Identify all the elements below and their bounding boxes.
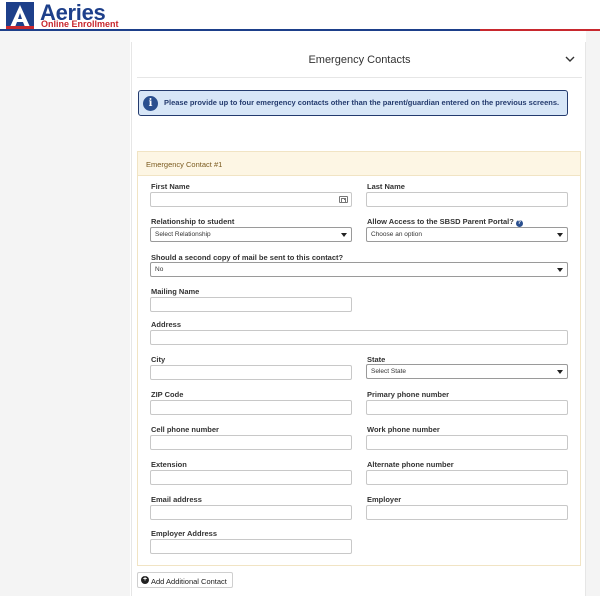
first-name-label: First Name: [151, 182, 190, 191]
cell-phone-label: Cell phone number: [151, 425, 219, 434]
aeries-logo-icon: [6, 2, 34, 29]
address-input[interactable]: [150, 330, 568, 345]
employer-input[interactable]: [366, 505, 568, 520]
portal-access-text: Allow Access to the SBSD Parent Portal?: [367, 217, 514, 226]
cell-phone-input[interactable]: [150, 435, 352, 450]
first-name-input[interactable]: [150, 192, 352, 207]
section-title: Emergency Contact #1: [146, 160, 223, 169]
second-mail-label: Should a second copy of mail be sent to …: [151, 253, 344, 262]
state-value: Select State: [371, 368, 407, 375]
info-banner: i Please provide up to four emergency co…: [138, 90, 568, 116]
left-gutter: [0, 31, 130, 596]
emergency-contact-section: Emergency Contact #1: [137, 151, 581, 566]
second-mail-select[interactable]: No: [150, 262, 568, 277]
top-header: Aeries Online Enrollment: [0, 0, 600, 31]
add-contact-label: Add Additional Contact: [151, 577, 227, 586]
work-phone-input[interactable]: [366, 435, 568, 450]
portal-access-select[interactable]: Choose an option: [366, 227, 568, 242]
work-phone-label: Work phone number: [367, 425, 440, 434]
last-name-input[interactable]: [366, 192, 568, 207]
primary-phone-label: Primary phone number: [367, 390, 450, 399]
address-label: Address: [151, 320, 182, 329]
chevron-down-icon[interactable]: [564, 53, 576, 65]
relationship-select[interactable]: Select Relationship: [150, 227, 352, 242]
zip-input[interactable]: [150, 400, 352, 415]
portal-access-value: Choose an option: [371, 231, 422, 238]
last-name-label: Last Name: [367, 182, 405, 191]
contact-card-icon: [339, 196, 348, 203]
city-label: City: [151, 355, 166, 364]
zip-label: ZIP Code: [151, 390, 184, 399]
relationship-value: Select Relationship: [155, 231, 211, 238]
card-header[interactable]: Emergency Contacts: [137, 42, 582, 78]
info-icon: i: [143, 96, 158, 111]
info-text: Please provide up to four emergency cont…: [164, 98, 560, 107]
help-icon[interactable]: ?: [515, 220, 523, 227]
state-select[interactable]: Select State: [366, 364, 568, 379]
alternate-phone-label: Alternate phone number: [367, 460, 454, 469]
employer-address-input[interactable]: [150, 539, 352, 554]
second-mail-value: No: [155, 266, 164, 273]
header-rule-red: [480, 29, 600, 31]
extension-label: Extension: [151, 460, 187, 469]
alternate-phone-input[interactable]: [366, 470, 568, 485]
email-label: Email address: [151, 495, 202, 504]
section-header: Emergency Contact #1: [138, 152, 580, 176]
dropdown-arrow-icon: [557, 268, 563, 272]
city-input[interactable]: [150, 365, 352, 380]
mailing-name-label: Mailing Name: [151, 287, 200, 296]
card-title: Emergency Contacts: [308, 54, 411, 66]
mailing-name-input[interactable]: [150, 297, 352, 312]
email-input[interactable]: [150, 505, 352, 520]
primary-phone-input[interactable]: [366, 400, 568, 415]
brand-subtitle: Online Enrollment: [41, 19, 119, 29]
relationship-label: Relationship to student: [151, 217, 235, 226]
plus-circle-icon: +: [141, 576, 149, 584]
extension-input[interactable]: [150, 470, 352, 485]
dropdown-arrow-icon: [557, 370, 563, 374]
employer-address-label: Employer Address: [151, 529, 217, 538]
employer-label: Employer: [367, 495, 402, 504]
dropdown-arrow-icon: [341, 233, 347, 237]
portal-access-label: Allow Access to the SBSD Parent Portal??: [367, 217, 523, 227]
dropdown-arrow-icon: [557, 233, 563, 237]
state-label: State: [367, 355, 386, 364]
add-additional-contact-button[interactable]: + Add Additional Contact: [137, 572, 233, 588]
right-gutter: [586, 31, 600, 596]
